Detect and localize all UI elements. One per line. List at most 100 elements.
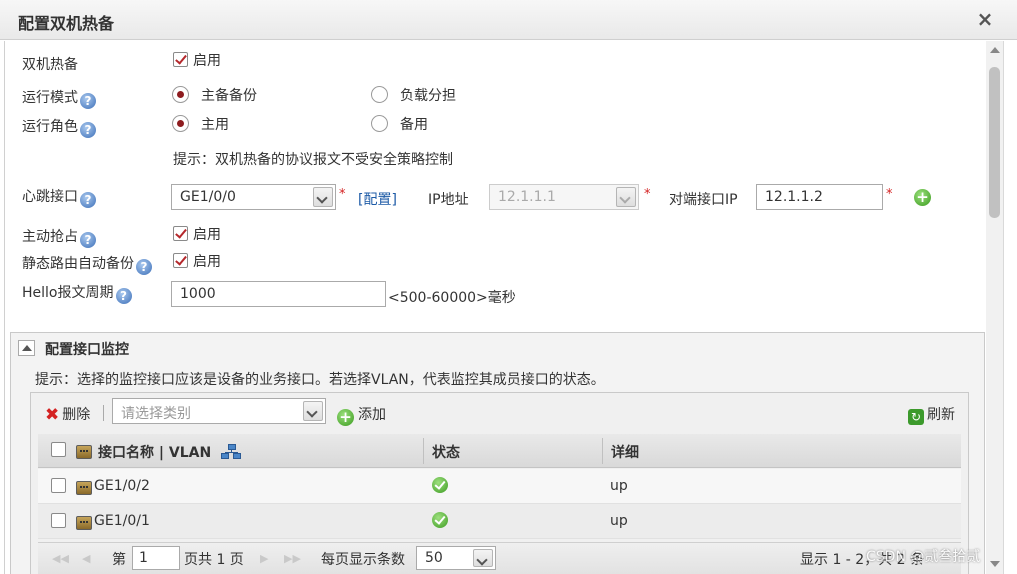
static-route-enable-label: 启用 <box>193 254 221 270</box>
static-route-label: 静态路由自动备份? <box>22 253 152 275</box>
refresh-icon: ↻ <box>908 409 924 425</box>
preempt-label: 主动抢占? <box>22 226 96 248</box>
toolbar-divider <box>103 405 104 421</box>
pagination-bar: ◀◀ ◀ 第 1 页共 1 页 ▶ ▶▶ 每页显示条数 50 显示 1 - 2，… <box>38 542 961 574</box>
status-ok-icon <box>432 512 448 528</box>
per-page-label: 每页显示条数 <box>321 552 405 568</box>
detail-value: up <box>610 478 628 494</box>
scroll-up-icon[interactable] <box>990 47 1000 53</box>
interface-icon <box>76 445 92 459</box>
ha-label: 双机热备 <box>22 57 78 73</box>
ip-address-select: 12.1.1.1 <box>489 184 639 210</box>
required-mark: * <box>644 187 651 202</box>
mode-label: 运行模式? <box>22 87 96 109</box>
chevron-down-icon <box>303 401 323 421</box>
required-mark: * <box>886 187 893 202</box>
panel-title: 配置接口监控 <box>45 342 129 358</box>
ha-enable-checkbox[interactable] <box>173 52 188 67</box>
help-icon[interactable]: ? <box>80 192 96 208</box>
dialog-titlebar: 配置双机热备 × <box>0 0 1017 40</box>
role-label: 运行角色? <box>22 116 96 138</box>
table-row[interactable]: GE1/0/1 up <box>38 504 961 539</box>
detail-value: up <box>610 513 628 529</box>
close-icon[interactable]: × <box>974 8 996 30</box>
first-page-icon[interactable]: ◀◀ <box>52 552 69 565</box>
monitor-grid: ✖ 删除 请选择类别 + 添加 ↻ 刷新 接口名称 | VLAN 状态 详细 G… <box>30 392 969 574</box>
category-select[interactable]: 请选择类别 <box>112 398 326 424</box>
help-icon[interactable]: ? <box>115 288 132 304</box>
add-circle-icon[interactable]: + <box>914 189 931 206</box>
window-edge <box>1003 41 1017 574</box>
heartbeat-label: 心跳接口? <box>22 186 96 208</box>
select-all-checkbox[interactable] <box>51 442 66 457</box>
role-radio-standby[interactable] <box>371 115 388 132</box>
page-count: 页共 1 页 <box>184 552 244 568</box>
ha-enable-label: 启用 <box>193 53 221 69</box>
chevron-down-icon <box>313 187 333 207</box>
interface-icon <box>76 516 92 530</box>
collapse-toggle-icon[interactable] <box>18 340 35 356</box>
add-icon: + <box>337 409 354 426</box>
help-icon[interactable]: ? <box>80 93 96 109</box>
role-radio-active[interactable] <box>172 115 189 132</box>
table-row[interactable]: GE1/0/2 up <box>38 469 961 504</box>
heartbeat-interface-select[interactable]: GE1/0/0 <box>171 184 336 210</box>
last-page-icon[interactable]: ▶▶ <box>284 552 301 565</box>
hello-unit: <500-60000>毫秒 <box>388 290 516 306</box>
per-page-select[interactable]: 50 <box>416 546 496 570</box>
column-interface-name[interactable]: 接口名称 | VLAN <box>98 442 211 462</box>
mode-option-active-standby: 主备备份 <box>201 88 257 104</box>
mode-option-load-balance: 负载分担 <box>400 88 456 104</box>
delete-icon: ✖ <box>45 405 60 425</box>
config-link[interactable]: [配置] <box>358 189 397 209</box>
status-ok-icon <box>432 477 448 493</box>
ip-label: IP地址 <box>428 192 469 208</box>
hello-label: Hello报文周期? <box>22 282 132 304</box>
mode-radio-load-balance[interactable] <box>371 86 388 103</box>
interface-icon <box>76 481 92 495</box>
panel-hint: 提示：选择的监控接口应该是设备的业务接口。若选择VLAN，代表监控其成员接口的状… <box>35 372 605 388</box>
role-option-active: 主用 <box>201 117 229 133</box>
chevron-down-icon <box>616 187 636 207</box>
preempt-checkbox[interactable] <box>173 226 188 241</box>
dialog-content: 双机热备 启用 运行模式? 主备备份 负载分担 运行角色? 主用 备用 提示：双… <box>4 41 986 574</box>
add-button[interactable]: + 添加 <box>337 404 386 426</box>
delete-button[interactable]: ✖ 删除 <box>45 404 90 425</box>
watermark: CSDN @贰叁拾贰 <box>866 549 981 565</box>
help-icon[interactable]: ? <box>136 259 152 275</box>
next-page-icon[interactable]: ▶ <box>260 552 268 565</box>
interface-name: GE1/0/1 <box>94 513 150 529</box>
column-detail[interactable]: 详细 <box>611 442 639 462</box>
vertical-scrollbar[interactable] <box>986 41 1003 574</box>
grid-toolbar: ✖ 删除 请选择类别 + 添加 ↻ 刷新 <box>31 393 968 431</box>
peer-ip-label: 对端接口IP <box>669 192 738 208</box>
network-icon <box>221 444 241 460</box>
refresh-button[interactable]: ↻ 刷新 <box>908 404 955 425</box>
static-route-checkbox[interactable] <box>173 253 188 268</box>
column-status[interactable]: 状态 <box>432 442 460 462</box>
prev-page-icon[interactable]: ◀ <box>82 552 90 565</box>
row-checkbox[interactable] <box>51 478 66 493</box>
grid-header: 接口名称 | VLAN 状态 详细 <box>38 434 961 468</box>
peer-ip-input[interactable]: 12.1.1.2 <box>756 184 883 210</box>
dialog-title: 配置双机热备 <box>18 14 115 33</box>
help-icon[interactable]: ? <box>80 122 96 138</box>
interface-monitor-panel: 配置接口监控 提示：选择的监控接口应该是设备的业务接口。若选择VLAN，代表监控… <box>10 332 985 574</box>
column-divider <box>423 438 424 464</box>
preempt-enable-label: 启用 <box>193 227 221 243</box>
required-mark: * <box>339 187 346 202</box>
row-checkbox[interactable] <box>51 513 66 528</box>
column-divider <box>602 438 603 464</box>
role-option-standby: 备用 <box>400 117 428 133</box>
page-number-input[interactable]: 1 <box>132 546 180 570</box>
panel-header: 配置接口监控 <box>11 333 984 363</box>
scroll-down-icon[interactable] <box>990 561 1000 567</box>
help-icon[interactable]: ? <box>80 232 96 248</box>
chevron-down-icon <box>473 549 493 567</box>
page-prefix: 第 <box>112 552 126 568</box>
ha-hint: 提示：双机热备的协议报文不受安全策略控制 <box>173 152 453 168</box>
hello-period-input[interactable]: 1000 <box>171 281 386 307</box>
scroll-thumb[interactable] <box>989 67 1000 218</box>
interface-name: GE1/0/2 <box>94 478 150 494</box>
mode-radio-active-standby[interactable] <box>172 86 189 103</box>
